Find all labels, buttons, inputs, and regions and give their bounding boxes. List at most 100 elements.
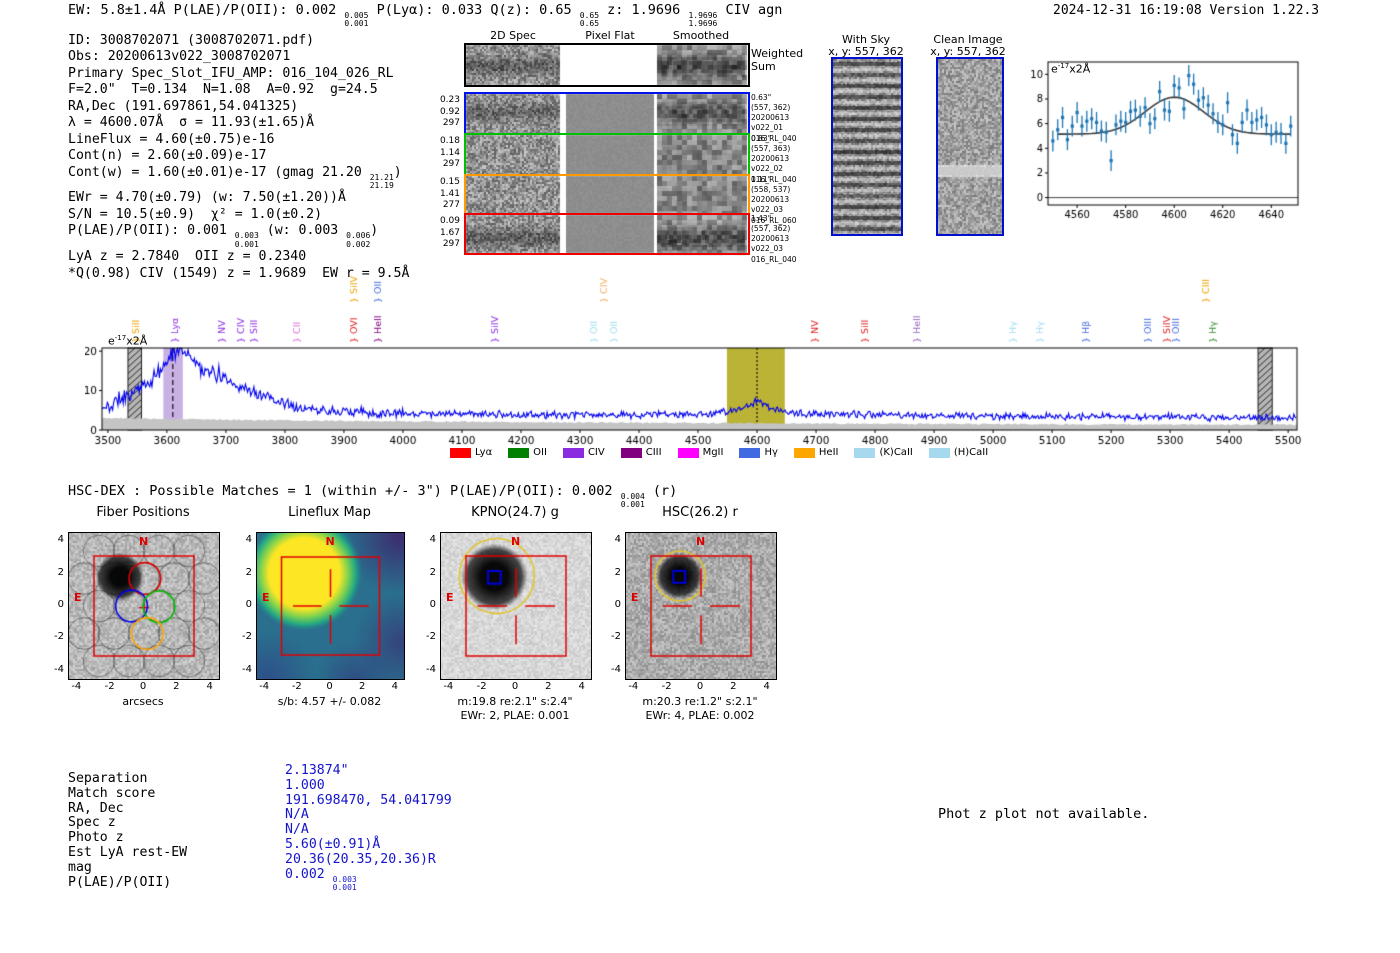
header-timestamp-version: 2024-12-31 16:19:08 Version 1.22.3	[1053, 3, 1320, 18]
info-line: P(LAE)/P(OII): 0.001 0.003 0.001 (w: 0.00…	[68, 223, 409, 249]
text-segment: )	[370, 223, 379, 239]
tick-label: -4	[242, 663, 252, 675]
info-line: F=2.0" T=0.134 N=1.08 A=0.92 g=24.5	[68, 82, 409, 98]
tick-label: 2	[245, 566, 252, 578]
tick-label: 0	[326, 681, 333, 692]
legend-item: HeII	[793, 447, 839, 458]
spec2d-column-header: 2D Spec	[490, 29, 536, 42]
legend-item: CIV	[562, 447, 605, 458]
legend-label: Lyα	[475, 447, 493, 458]
cutout-image-lineflux-map	[256, 532, 405, 680]
info-line: λ = 4600.07Å σ = 11.93(±1.65)Å	[68, 115, 409, 131]
text-segment: (r)	[644, 483, 678, 499]
tick-label: -2	[54, 631, 64, 643]
spec2d-row-border	[464, 174, 750, 215]
tick-label: -4	[259, 681, 270, 692]
match-table-values: 2.13874" 1.000 191.698470, 54.041799 N/A N/A…	[285, 763, 452, 892]
match-table-value: 5.60(±0.91)Å	[285, 837, 452, 853]
tick-label: 2	[429, 566, 436, 578]
text-segment: N/A	[285, 822, 309, 838]
spec2d-row-left-values: 0.15 1.41 277	[439, 177, 460, 211]
info-line: LineFlux = 4.60(±0.75)e-16	[68, 132, 409, 148]
text-segment: 20.36(20.35,20.36)R	[285, 851, 436, 867]
match-table-value: 191.698470, 54.041799	[285, 793, 452, 809]
weighted-sum-label: Weighted Sum	[751, 47, 804, 74]
tick-label: 2	[614, 566, 621, 578]
legend-item: (K)CaII	[854, 447, 913, 458]
tick-label: -2	[291, 681, 302, 692]
elixer-detection-report: EW: 5.8±1.4Å P(LAE)/P(OII): 0.002 0.005 0…	[0, 0, 1400, 953]
tick-label: 4	[57, 534, 64, 546]
inset-units-label: e-17x2Å	[1051, 62, 1090, 76]
text-segment: Obs: 20200613v022_3008702071	[68, 49, 291, 65]
info-line: Obs: 20200613v022_3008702071	[68, 49, 409, 65]
text-segment: F=2.0" T=0.134 N=1.08 A=0.92 g=24.5	[68, 82, 378, 98]
text-segment: Cont(n) = 2.60(±0.09)e-17	[68, 148, 267, 164]
text-segment: CIV agn	[717, 2, 783, 18]
match-table-label: Match score	[68, 785, 156, 801]
info-line: EWr = 4.70(±0.79) (w: 7.50(±1.20))Å	[68, 190, 409, 206]
spectral-line-legend: Lyα OII CIV CIII MgII Hγ HeII (K)CaII (H)CaII	[450, 447, 988, 458]
tick-label: 2	[57, 566, 64, 578]
legend-label: CIV	[587, 447, 605, 458]
tick-label: 2	[730, 681, 737, 692]
stacked-uncertainty: 0.006 0.002	[346, 231, 371, 249]
text-segment: ID: 3008702071 (3008702071.pdf)	[68, 33, 315, 48]
tick-label: 4	[578, 681, 585, 692]
text-segment: N/A	[285, 807, 309, 823]
tick-label: 0	[696, 681, 704, 692]
legend-swatch	[854, 447, 876, 458]
legend-label: (K)CaII	[879, 447, 913, 458]
text-segment: S/N = 10.5(±0.9) χ² = 1.0(±0.2)	[68, 206, 323, 222]
compass-east: E	[262, 591, 270, 604]
tick-label: 2	[173, 681, 180, 692]
match-table-label: Photo z	[68, 830, 124, 846]
match-table-label: RA, Dec	[68, 800, 124, 816]
info-line: S/N = 10.5(±0.9) χ² = 1.0(±0.2)	[68, 207, 409, 223]
legend-item: Lyα	[450, 447, 492, 458]
photz-note: Phot z plot not available.	[938, 806, 1150, 822]
header-summary-line: EW: 5.8±1.4Å P(LAE)/P(OII): 0.002 0.005 0…	[68, 2, 782, 29]
info-line: Cont(n) = 2.60(±0.09)e-17	[68, 148, 409, 164]
units-text: e	[1051, 62, 1058, 76]
full-spectrum-chart	[85, 266, 1330, 462]
text-segment: EWr = 4.70(±0.79) (w: 7.50(±1.20))Å	[68, 190, 346, 206]
legend-swatch	[677, 447, 699, 458]
spec2d-row-right-labels: 1.43" (557, 362) 20200613 v022_03 016_RL…	[751, 214, 797, 264]
tick-label: -4	[443, 681, 454, 692]
cutout-title: HSC(26.2) r	[662, 505, 738, 520]
match-table-label: Est LyA rest-EW	[68, 844, 188, 860]
tick-label: 0	[139, 681, 147, 692]
tick-label: -2	[426, 631, 436, 643]
compass-east: E	[74, 591, 82, 604]
tick-label: 0	[429, 599, 436, 610]
text-segment: λ = 4600.07Å σ = 11.93(±1.65)Å	[68, 115, 315, 131]
stacked-uncertainty: 1.9696 1.9696	[688, 11, 718, 29]
legend-item: (H)CaII	[928, 447, 988, 458]
compass-north: N	[696, 535, 706, 548]
legend-label: Hγ	[764, 447, 778, 458]
units-text: -17	[114, 334, 127, 342]
spec2d-row-border	[464, 133, 750, 176]
units-text: x2Å	[126, 334, 148, 348]
legend-label: HeII	[818, 447, 839, 458]
text-segment: LyA z = 2.7840 OII z = 0.2340	[68, 249, 307, 265]
info-line: RA,Dec (191.697861,54.041325)	[68, 99, 409, 115]
text-segment: P(Lyα): 0.033 Q(z): 0.65	[368, 2, 580, 18]
tick-label: -2	[661, 681, 672, 692]
match-table-value: 1.000	[285, 778, 452, 794]
tick-label: 2	[545, 681, 552, 692]
tick-label: 0	[511, 681, 519, 692]
compass-north: N	[139, 535, 149, 548]
spec2d-row-left-values: 0.23 0.92 297	[439, 95, 460, 129]
stacked-uncertainty: 21.21 21.19	[369, 172, 394, 191]
cutout-title: Lineflux Map	[288, 505, 371, 520]
match-table-value: N/A	[285, 822, 452, 838]
tick-label: -4	[611, 663, 621, 675]
legend-item: CIII	[620, 447, 662, 458]
legend-swatch	[739, 447, 761, 458]
compass-east: E	[446, 591, 454, 604]
tick-label: 4	[614, 534, 621, 546]
stacked-uncertainty: 0.003 0.001	[332, 874, 357, 892]
match-table-labels: Separation Match score RA, Dec Spec z Photo …	[68, 771, 188, 890]
